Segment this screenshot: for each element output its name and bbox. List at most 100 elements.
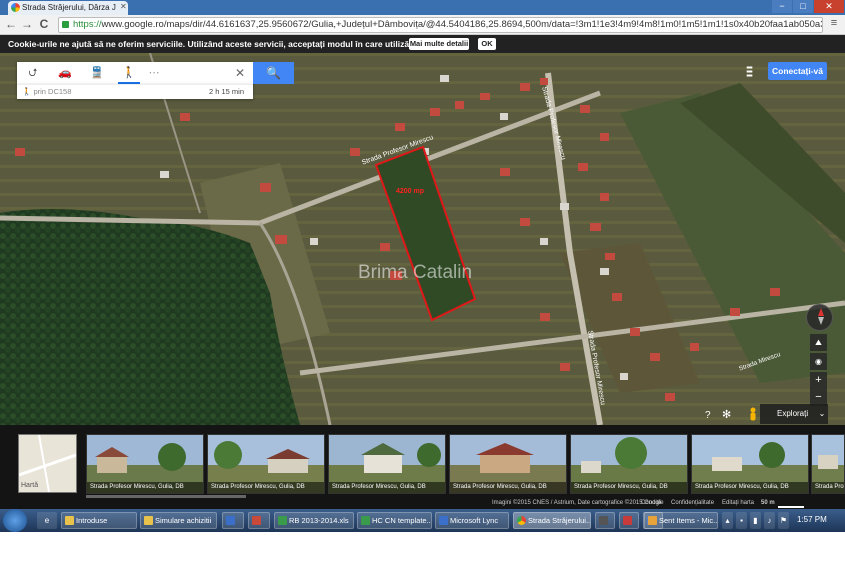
compass-south-icon (818, 317, 824, 325)
map-thumb-label: Hartă (21, 482, 39, 489)
tray-icon[interactable]: ▴ (722, 512, 733, 529)
taskbar-item[interactable] (619, 512, 639, 529)
walk-icon: 🚶 (22, 87, 34, 96)
volume-icon[interactable]: ♪ (764, 512, 775, 529)
forward-icon[interactable]: → (20, 16, 34, 32)
excel-icon (361, 516, 370, 525)
street-photo[interactable]: Strada Profesor Mirescu, Gulia, DB (86, 434, 204, 494)
taskbar-item[interactable] (595, 512, 615, 529)
photo-caption: Strada Profesor Mirescu, Gulia, DB (571, 482, 687, 493)
photo-caption: Strada Pro (812, 482, 844, 493)
tab-close-icon[interactable]: ✕ (120, 2, 127, 11)
map-footer (0, 498, 845, 509)
lock-icon (62, 21, 69, 28)
taskbar-item-label: Strada Străjerului... (528, 516, 591, 525)
mode-best-icon[interactable]: ⮍ (22, 62, 44, 84)
search-button[interactable]: 🔍 (253, 62, 294, 84)
terms-link[interactable]: Condiții (641, 500, 661, 506)
photo-caption: Strada Profesor Mirescu, Gulia, DB (692, 482, 808, 493)
taskbar-item[interactable]: HC CN template... (357, 512, 432, 529)
photo-caption: Strada Profesor Mirescu, Gulia, DB (450, 482, 566, 493)
url-text: www.google.ro/maps/dir/44.6161637,25.956… (101, 19, 823, 30)
mode-walk-icon[interactable]: 🚶 (118, 62, 140, 84)
reload-icon[interactable]: C (37, 16, 51, 32)
taskbar-item[interactable]: Introduse (61, 512, 137, 529)
taskbar-item-active[interactable]: Strada Străjerului... (513, 512, 591, 529)
help-icon[interactable]: ? (705, 410, 711, 421)
flag-icon[interactable]: ⚑ (778, 512, 789, 529)
browser-menu-icon[interactable]: ≡ (828, 17, 840, 31)
taskbar-item-label: Sent Items - Mic... (659, 516, 718, 525)
tilt-icon[interactable]: ⛰ (810, 334, 827, 351)
privacy-link[interactable]: Confidențialitate (671, 500, 714, 506)
taskbar-item-label: RB 2013-2014.xls (289, 516, 349, 525)
street-photo[interactable]: Strada Profesor Mirescu, Gulia, DB (328, 434, 446, 494)
more-modes-icon[interactable]: ⋯ (143, 62, 165, 84)
start-button[interactable] (3, 509, 27, 532)
taskbar-item[interactable] (248, 512, 270, 529)
gear-icon[interactable]: ✻ (722, 408, 731, 421)
window-close-button[interactable]: ✕ (814, 0, 844, 13)
street-photo[interactable]: Strada Profesor Mirescu, Gulia, DB (691, 434, 809, 494)
taskbar-item[interactable]: Simulare achizitii (140, 512, 217, 529)
back-icon[interactable]: ← (4, 16, 18, 32)
street-photo[interactable]: Strada Profesor Mirescu, Gulia, DB (449, 434, 567, 494)
clock[interactable]: 1:57 PM (797, 515, 827, 524)
ie-icon[interactable]: e (37, 512, 57, 529)
taskbar-item[interactable] (222, 512, 244, 529)
cookie-more-button[interactable]: Mai multe detalii (409, 38, 469, 50)
route-duration: 2 h 15 min (209, 87, 245, 96)
app-icon (252, 516, 261, 525)
photo-caption: Strada Profesor Mirescu, Gulia, DB (87, 482, 203, 493)
taskbar-item-label: Microsoft Lync (450, 516, 499, 525)
scale-label: 50 m (761, 500, 775, 506)
street-photo[interactable]: Strada Pro (811, 434, 845, 494)
route-via-text: 🚶 prin DC158 (22, 87, 71, 96)
address-bar[interactable]: https://www.google.ro/maps/dir/44.616163… (58, 17, 823, 33)
signin-button[interactable]: Conectați-vă (768, 62, 827, 80)
taskbar-item[interactable]: RB 2013-2014.xls (274, 512, 354, 529)
chevron-down-icon[interactable]: ⌄ (815, 404, 829, 424)
mode-car-icon[interactable]: 🚗 (54, 62, 76, 84)
chrome-icon (517, 516, 526, 525)
tray-icon[interactable]: ▪ (736, 512, 747, 529)
network-icon[interactable]: ▮ (750, 512, 761, 529)
street-photo[interactable]: Strada Profesor Mirescu, Gulia, DB (570, 434, 688, 494)
window-maximize-button[interactable]: □ (793, 0, 813, 13)
apps-grid-icon[interactable]: ▪▪▪ ▪▪▪ ▪▪▪ (743, 64, 755, 80)
compass-north-icon (818, 308, 824, 316)
taskbar-item[interactable]: Microsoft Lync (435, 512, 509, 529)
pdf-icon (623, 516, 632, 525)
locate-icon[interactable]: ◉ (810, 353, 827, 370)
cookie-message: Cookie-urile ne ajută să ne oferim servi… (8, 39, 470, 49)
taskbar-item-label: HC CN template... (372, 516, 432, 525)
route-via: prin DC158 (33, 87, 72, 96)
chrome-favicon-icon (11, 3, 20, 12)
photo-caption: Strada Profesor Mirescu, Gulia, DB (208, 482, 324, 493)
app-icon (599, 516, 608, 525)
pegman-icon[interactable] (749, 407, 757, 421)
explore-label: Explorați (777, 409, 809, 418)
taskbar-item-label: Simulare achizitii (155, 516, 212, 525)
window-minimize-button[interactable]: − (772, 0, 792, 13)
street-photo[interactable]: Strada Profesor Mirescu, Gulia, DB (207, 434, 325, 494)
excel-icon (278, 516, 287, 525)
word-icon (226, 516, 235, 525)
browser-tab[interactable]: Strada Străjerului, Dârza J (8, 1, 128, 15)
edit-map-link[interactable]: Editați harta (722, 500, 754, 506)
folder-icon (144, 516, 153, 525)
taskbar-item-label: Introduse (76, 516, 108, 525)
outlook-icon (648, 516, 657, 525)
lync-icon (439, 516, 448, 525)
watermark-text: Brima Catalin (358, 262, 473, 283)
mode-transit-icon[interactable]: 🚆 (86, 62, 108, 84)
satellite-map[interactable] (0, 53, 845, 425)
close-directions-icon[interactable]: ✕ (232, 62, 248, 84)
imagery-attribution: Imagini ©2015 CNES / Astrium, Date carto… (492, 500, 664, 506)
taskbar-item[interactable]: Sent Items - Mic... (644, 512, 718, 529)
scale-bar (778, 506, 804, 508)
blank-area (0, 532, 845, 563)
zoom-in-button[interactable]: + (810, 372, 827, 389)
cookie-ok-button[interactable]: OK (478, 38, 496, 50)
url-scheme: https:// (73, 19, 102, 30)
